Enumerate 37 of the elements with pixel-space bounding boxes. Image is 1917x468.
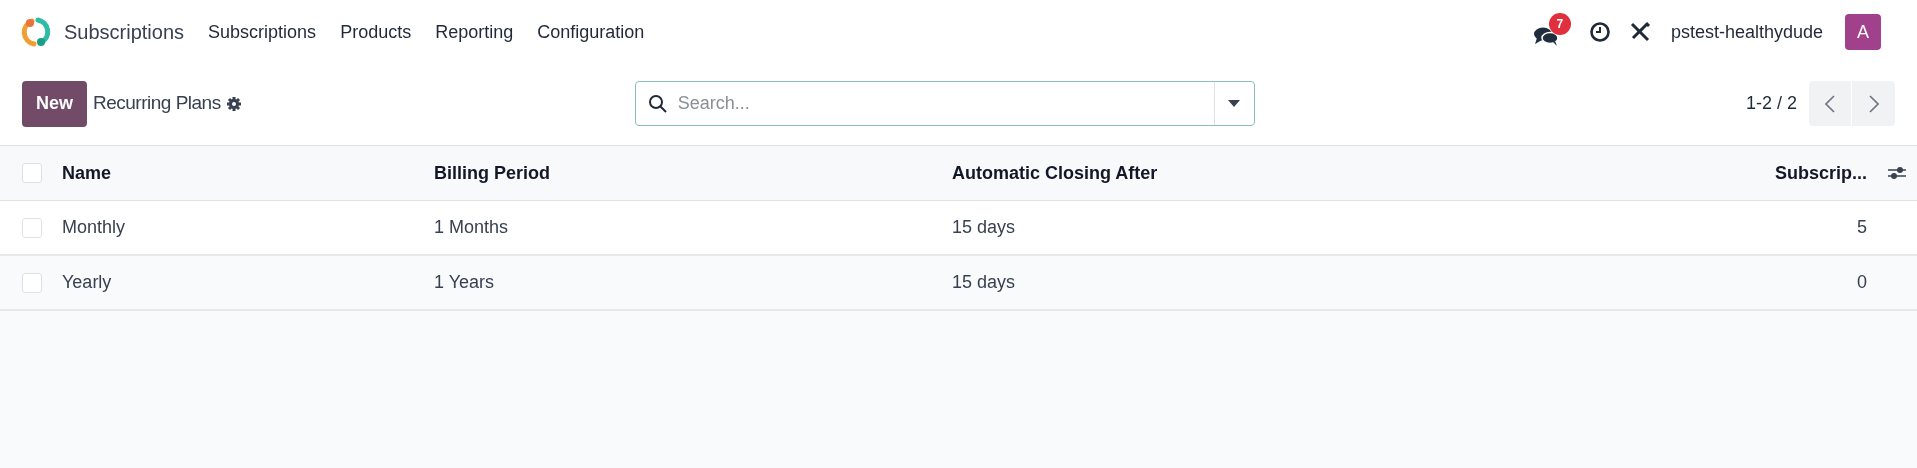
checkbox[interactable] xyxy=(22,217,42,238)
table-row[interactable]: Monthly 1 Months 15 days 5 xyxy=(0,201,1917,256)
column-header[interactable]: Automatic Closing After xyxy=(952,159,1158,187)
clock-icon[interactable] xyxy=(1588,21,1611,43)
search-field[interactable]: Search... xyxy=(634,81,1255,126)
table-cell-text: Yearly xyxy=(62,271,112,294)
breadcrumb-title: Recurring Plans xyxy=(93,91,221,116)
caret-icon xyxy=(1228,100,1241,107)
column-header[interactable]: Subscrip... xyxy=(1774,159,1867,187)
table-cell-text: 5 xyxy=(1857,216,1867,239)
user-avatar[interactable]: A xyxy=(1845,14,1881,50)
menu-item[interactable]: Subscriptions xyxy=(196,18,329,46)
new-button[interactable]: New xyxy=(22,80,87,127)
sliders-icon[interactable] xyxy=(1887,164,1907,182)
menu-item[interactable]: Products xyxy=(328,18,424,46)
chevron-left-icon xyxy=(1825,94,1835,113)
menu-item[interactable]: Configuration xyxy=(525,18,657,46)
chevron-right-icon xyxy=(1868,94,1879,113)
app-name[interactable]: Subscriptions xyxy=(64,17,185,47)
table-cell-text: 1 Years xyxy=(434,271,495,294)
checkbox[interactable] xyxy=(22,272,42,293)
menu-item[interactable]: Reporting xyxy=(423,18,526,46)
pager-value[interactable]: 1-2 / 2 xyxy=(1745,90,1797,117)
count-badge: 7 xyxy=(1548,13,1571,35)
app-logo-icon xyxy=(20,16,52,48)
column-header[interactable]: Name xyxy=(62,159,112,187)
gear-icon[interactable] xyxy=(225,95,242,112)
column-header[interactable]: Billing Period xyxy=(434,159,550,187)
table-cell-text: 15 days xyxy=(952,271,1016,294)
table-cell-text: 15 days xyxy=(952,216,1016,239)
table-cell-text: 0 xyxy=(1857,271,1867,294)
table-cell-text: 1 Months xyxy=(434,216,509,239)
checkbox[interactable] xyxy=(22,163,42,183)
table-cell-text: Monthly xyxy=(62,216,126,239)
company-name[interactable]: pstest-healthydude xyxy=(1670,18,1823,46)
search-input[interactable]: Search... xyxy=(677,90,1214,117)
search-icon xyxy=(647,93,668,114)
